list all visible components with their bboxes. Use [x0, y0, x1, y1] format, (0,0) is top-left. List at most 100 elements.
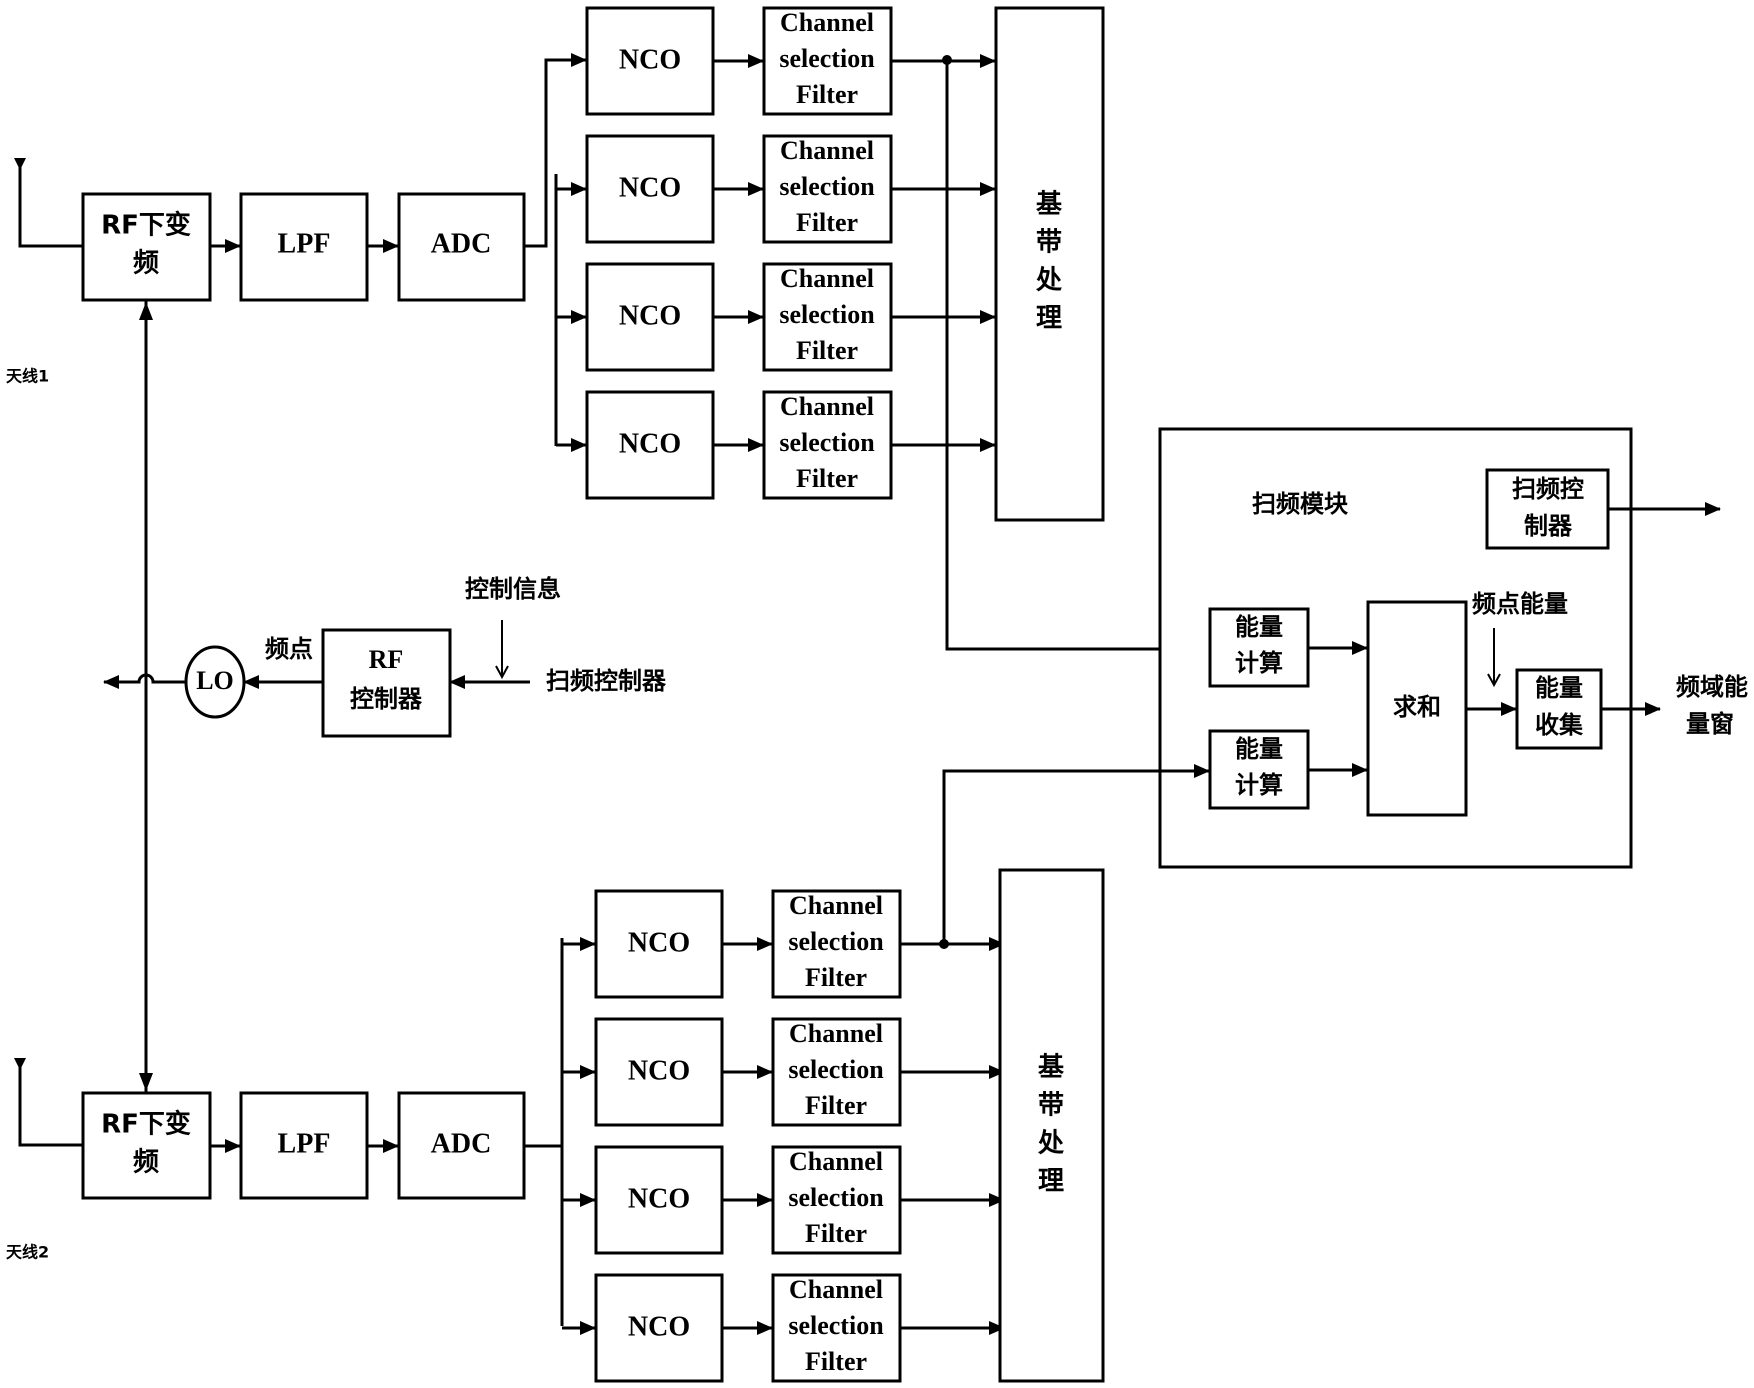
antenna-2-icon	[18, 1060, 82, 1147]
baseband-2-char-3: 处	[1037, 1129, 1064, 1159]
adc-2-label: ADC	[431, 1128, 492, 1159]
adc-2: ADC	[397, 1091, 526, 1200]
sweep-module: 扫频模块 扫频控 制器 能量 计算 能量 计算 求和 频点能量 能量 收集 频域…	[1158, 427, 1748, 869]
bottom-branch-3: NCO Channel selection Filter	[562, 1145, 1005, 1255]
bottom-channel-filter-3: Channel selection Filter	[771, 1145, 902, 1255]
antenna-1-label: 天线1	[6, 367, 49, 386]
top-filter-label-2-2: selection	[779, 172, 875, 201]
energy-collect-block: 能量 收集	[1515, 668, 1603, 750]
rf-downconvert-2: RF下变 频	[81, 1091, 212, 1200]
adc-1-label: ADC	[431, 228, 492, 259]
energy-calc-2-line1: 能量	[1235, 735, 1283, 763]
bottom-branch-4: NCO Channel selection Filter	[562, 1273, 1005, 1383]
top-filter-label-2-1: Channel	[780, 136, 874, 165]
bottom-filter-label-2-3: Filter	[805, 1091, 867, 1120]
bottom-nco-2: NCO	[594, 1017, 724, 1127]
top-filter-label-3-2: selection	[779, 300, 875, 329]
antenna-1-tip-icon	[14, 158, 26, 170]
bottom-filter-label-4-2: selection	[788, 1311, 884, 1340]
top-nco-label-2: NCO	[619, 172, 681, 203]
top-channel-filter-2: Channel selection Filter	[762, 134, 893, 244]
antenna-1-icon	[18, 160, 82, 248]
baseband-2-char-4: 理	[1038, 1167, 1064, 1197]
baseband-2-char-2: 带	[1038, 1091, 1064, 1121]
top-filter-label-3-3: Filter	[796, 336, 858, 365]
antenna-1: 天线1	[6, 158, 82, 386]
arrow-to-rf2-icon	[139, 1073, 153, 1091]
energy-calc-1-line1: 能量	[1235, 613, 1283, 641]
bottom-branch-2: NCO Channel selection Filter	[562, 1017, 1005, 1127]
baseband-1-char-4: 理	[1036, 304, 1062, 334]
energy-collect-line2: 收集	[1535, 711, 1584, 739]
bottom-nco-label-3: NCO	[628, 1183, 690, 1214]
top-nco-label-4: NCO	[619, 428, 681, 459]
lpf-2-label: LPF	[278, 1128, 331, 1159]
lo-label: LO	[196, 666, 234, 695]
rf-downconvert-2-label-line1: RF下变	[101, 1109, 191, 1140]
energy-calc-1-line2: 计算	[1235, 649, 1283, 677]
rf-downconvert-1-label-line1: RF下变	[101, 210, 191, 241]
bottom-channel-filter-1: Channel selection Filter	[771, 889, 902, 999]
arrow-to-rf1-icon	[139, 302, 153, 320]
baseband-processing-2: 基 带 处 理	[998, 868, 1105, 1383]
top-channel-filter-3: Channel selection Filter	[762, 262, 893, 372]
top-nco-2: NCO	[585, 134, 715, 244]
bottom-filter-label-4-3: Filter	[805, 1347, 867, 1376]
rf-controller: RF 控制器	[321, 628, 452, 738]
bottom-filter-label-3-2: selection	[788, 1183, 884, 1212]
top-branch-4: NCO Channel selection Filter	[585, 390, 996, 500]
sweep-controller-line2: 制器	[1524, 512, 1573, 540]
bottom-filter-label-3-1: Channel	[789, 1147, 883, 1176]
energy-calc-2-line2: 计算	[1235, 771, 1283, 799]
top-nco-3: NCO	[585, 262, 715, 372]
top-branch-3: NCO Channel selection Filter	[585, 262, 996, 372]
rf-controller-label-line2: 控制器	[350, 685, 423, 713]
bottom-nco-label-2: NCO	[628, 1055, 690, 1086]
top-filter-label-4-2: selection	[779, 428, 875, 457]
bottom-filter-label-2-2: selection	[788, 1055, 884, 1084]
bottom-filter-label-4-1: Channel	[789, 1275, 883, 1304]
top-branch-1: NCO Channel selection Filter	[585, 6, 996, 116]
baseband-1-char-3: 处	[1035, 266, 1062, 296]
sum-label: 求和	[1393, 693, 1441, 721]
lpf-1: LPF	[239, 192, 369, 302]
rf-controller-label-line1: RF	[369, 645, 404, 674]
bottom-nco-1: NCO	[594, 889, 724, 999]
sum-block: 求和	[1366, 600, 1468, 817]
output-label-line2: 量窗	[1686, 710, 1734, 738]
energy-calc-1: 能量 计算	[1208, 607, 1310, 688]
control-info-label: 控制信息	[465, 575, 561, 603]
top-channel-filter-4: Channel selection Filter	[762, 390, 893, 500]
bottom-filter-label-3-3: Filter	[805, 1219, 867, 1248]
sweep-controller-line1: 扫频控	[1512, 475, 1584, 503]
top-nco-1: NCO	[585, 6, 715, 116]
antenna-2-tip-icon	[14, 1058, 26, 1070]
top-branch-2: NCO Channel selection Filter	[585, 134, 996, 244]
output-label-line1: 频域能	[1676, 673, 1748, 701]
bottom-filter-label-1-3: Filter	[805, 963, 867, 992]
bottom-channel-filter-2: Channel selection Filter	[771, 1017, 902, 1127]
top-filter-label-2-3: Filter	[796, 208, 858, 237]
top-filter-label-4-3: Filter	[796, 464, 858, 493]
bottom-nco-4: NCO	[594, 1273, 724, 1383]
bottom-channel-filter-4: Channel selection Filter	[771, 1273, 902, 1383]
energy-calc-2: 能量 计算	[1208, 729, 1310, 810]
top-filter-label-4-1: Channel	[780, 392, 874, 421]
adc-1: ADC	[397, 192, 526, 302]
top-channel-filter-1: Channel selection Filter	[762, 6, 893, 116]
freq-energy-label: 频点能量	[1472, 590, 1568, 618]
antenna-2: 天线2	[6, 1058, 82, 1262]
sweep-controller-block: 扫频控 制器	[1485, 468, 1610, 550]
bottom-nco-3: NCO	[594, 1145, 724, 1255]
top-nco-label-3: NCO	[619, 300, 681, 331]
rf-downconvert-1-label-line2: 频	[133, 249, 159, 279]
block-diagram: 天线1 RF下变 频 LPF ADC NCO Channel selection Fi…	[6, 6, 1748, 1383]
bottom-branch-1: NCO Channel selection Filter	[562, 889, 1005, 999]
baseband-processing-1: 基 带 处 理	[994, 6, 1105, 522]
top-nco-4: NCO	[585, 390, 715, 500]
freq-point-label: 频点	[265, 635, 313, 663]
energy-collect-line1: 能量	[1535, 674, 1583, 702]
lpf-1-label: LPF	[278, 228, 331, 259]
top-filter-label-1-3: Filter	[796, 80, 858, 109]
top-filter-label-3-1: Channel	[780, 264, 874, 293]
